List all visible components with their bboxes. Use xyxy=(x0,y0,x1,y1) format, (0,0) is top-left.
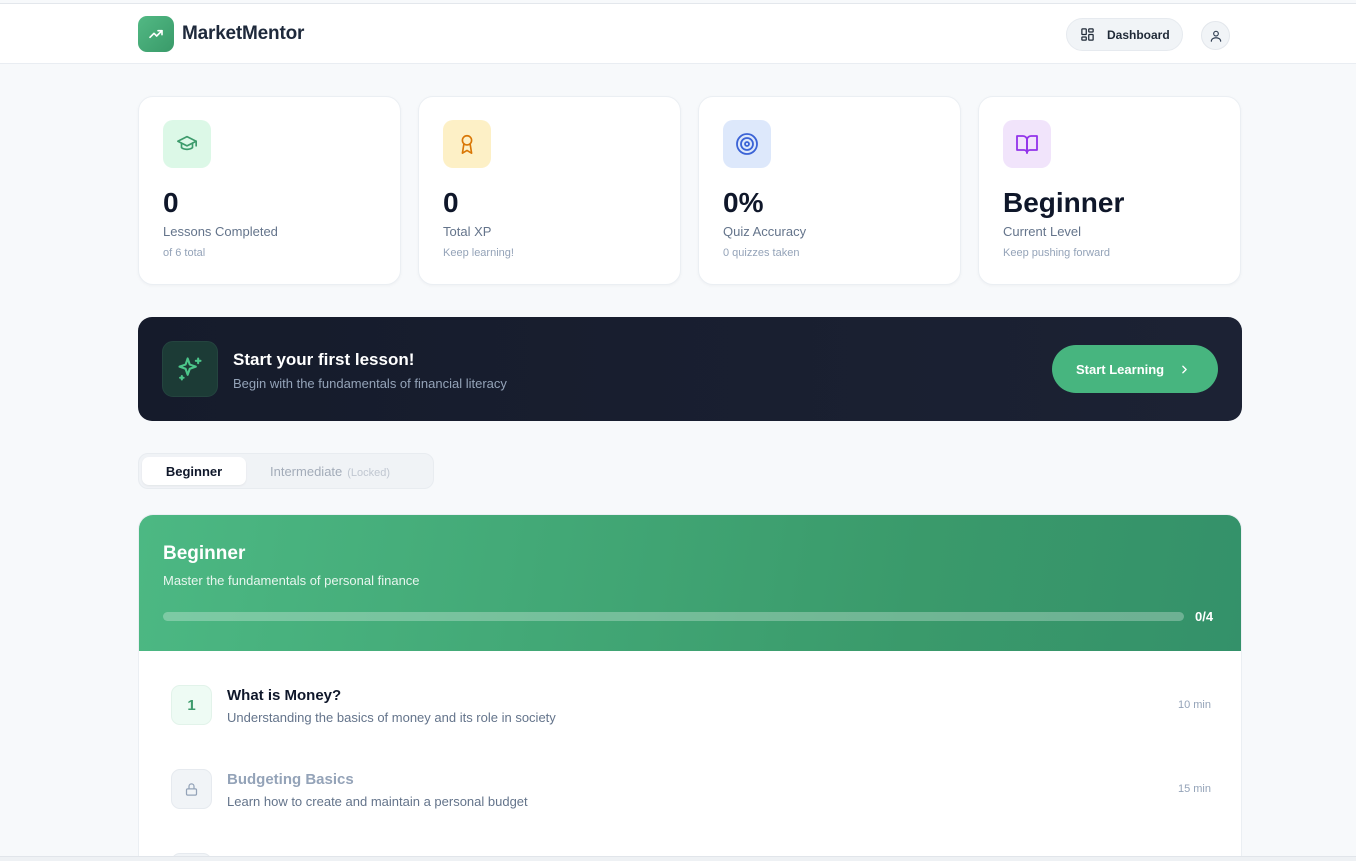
dashboard-button[interactable]: Dashboard xyxy=(1066,18,1183,51)
start-learning-button[interactable]: Start Learning xyxy=(1052,345,1218,393)
logo[interactable] xyxy=(138,16,174,52)
stat-subtext: 0 quizzes taken xyxy=(723,247,800,259)
stat-value: Beginner xyxy=(1003,187,1125,218)
tab-intermediate-label: Intermediate xyxy=(270,464,343,479)
stat-subtext: Keep learning! xyxy=(443,247,514,259)
stat-value: 0% xyxy=(723,187,764,218)
stat-subtext: of 6 total xyxy=(163,247,206,259)
level-tabs: Beginner Intermediate (Locked) xyxy=(138,453,434,489)
level-title: Beginner xyxy=(163,543,246,564)
stat-value: 0 xyxy=(163,187,179,218)
stat-label: Quiz Accuracy xyxy=(723,224,807,239)
stat-value: 0 xyxy=(443,187,459,218)
lesson-number-badge: 1 xyxy=(171,685,212,725)
tab-intermediate[interactable]: Intermediate (Locked) xyxy=(270,464,390,479)
level-card-beginner: Beginner Master the fundamentals of pers… xyxy=(138,514,1242,861)
tab-beginner[interactable]: Beginner xyxy=(142,457,246,485)
user-icon xyxy=(1210,30,1221,42)
locked-note: (Locked) xyxy=(347,467,391,479)
level-subtitle: Master the fundamentals of personal fina… xyxy=(163,573,420,588)
stat-subtext: Keep pushing forward xyxy=(1003,247,1111,259)
lesson-title: What is Money? xyxy=(227,687,342,704)
trending-up-icon xyxy=(149,29,163,39)
sparkles-icon xyxy=(162,341,218,397)
banner-title: Start your first lesson! xyxy=(233,350,415,369)
start-learning-label: Start Learning xyxy=(1076,361,1165,377)
graduation-cap-icon xyxy=(163,120,211,168)
top-navbar: MarketMentor Dashboard xyxy=(0,3,1356,64)
book-open-icon xyxy=(1003,120,1051,168)
start-lesson-banner: Start your first lesson! Begin with the … xyxy=(138,317,1242,421)
award-icon xyxy=(443,120,491,168)
stat-card-lessons: 0 Lessons Completed of 6 total xyxy=(138,96,401,285)
stat-label: Lessons Completed xyxy=(163,224,278,239)
stat-label: Total XP xyxy=(443,224,492,239)
level-header: Beginner Master the fundamentals of pers… xyxy=(139,515,1241,651)
lesson-subtitle: Understanding the basics of money and it… xyxy=(227,710,556,725)
layout-grid-icon xyxy=(1081,28,1094,41)
lesson-subtitle: Learn how to create and maintain a perso… xyxy=(227,794,528,809)
lesson-duration: 15 min xyxy=(1177,783,1211,795)
lesson-item[interactable]: 1 What is Money? Understanding the basic… xyxy=(171,685,1221,749)
level-progress-bar xyxy=(163,612,1184,621)
target-icon xyxy=(723,120,771,168)
stat-card-level: Beginner Current Level Keep pushing forw… xyxy=(978,96,1241,285)
lesson-title: Budgeting Basics xyxy=(227,771,354,788)
stat-card-quiz: 0% Quiz Accuracy 0 quizzes taken xyxy=(698,96,961,285)
chevron-right-icon xyxy=(1182,365,1187,373)
lesson-item-locked: Budgeting Basics Learn how to create and… xyxy=(171,769,1221,833)
user-profile-button[interactable] xyxy=(1201,21,1230,50)
level-progress-text: 0/4 xyxy=(1195,609,1214,624)
lesson-duration: 10 min xyxy=(1177,699,1211,711)
dashboard-button-label: Dashboard xyxy=(1107,27,1170,42)
stat-card-xp: 0 Total XP Keep learning! xyxy=(418,96,681,285)
window-bottom-edge xyxy=(0,856,1356,861)
app-name[interactable]: MarketMentor xyxy=(182,23,304,45)
lock-icon xyxy=(171,769,212,809)
stat-label: Current Level xyxy=(1003,224,1082,239)
banner-subtitle: Begin with the fundamentals of financial… xyxy=(233,376,507,391)
